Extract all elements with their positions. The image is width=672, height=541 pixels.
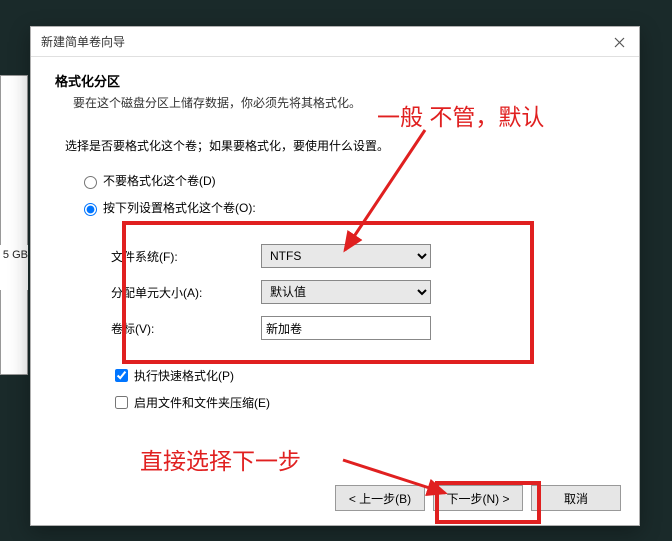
next-button[interactable]: 下一步(N) > <box>433 485 523 511</box>
dialog-footer: < 上一步(B) 下一步(N) > 取消 <box>335 485 621 511</box>
background-panel <box>0 75 28 375</box>
allocation-unit-label: 分配单元大小(A): <box>111 284 261 301</box>
dialog-header: 格式化分区 要在这个磁盘分区上储存数据，你必须先将其格式化。 <box>31 57 639 119</box>
volume-label-label: 卷标(V): <box>111 320 261 337</box>
field-allocation-unit: 分配单元大小(A): 默认值 <box>111 280 605 304</box>
check-quick-format-label: 执行快速格式化(P) <box>134 367 234 384</box>
annotation-note-2: 直接选择下一步 <box>140 442 301 476</box>
close-icon <box>614 37 625 48</box>
check-compression-label: 启用文件和文件夹压缩(E) <box>134 394 270 411</box>
cancel-button[interactable]: 取消 <box>531 485 621 511</box>
check-compression-input[interactable] <box>115 396 128 409</box>
titlebar: 新建简单卷向导 <box>31 27 639 57</box>
check-quick-format-input[interactable] <box>115 369 128 382</box>
radio-format-settings-label: 按下列设置格式化这个卷(O): <box>103 199 256 216</box>
dialog-content: 选择是否要格式化这个卷；如果要格式化，要使用什么设置。 不要格式化这个卷(D) … <box>31 119 639 412</box>
filesystem-label: 文件系统(F): <box>111 248 261 265</box>
dialog-title: 新建简单卷向导 <box>41 33 125 50</box>
filesystem-select[interactable]: NTFS <box>261 244 431 268</box>
wizard-dialog: 新建简单卷向导 格式化分区 要在这个磁盘分区上储存数据，你必须先将其格式化。 选… <box>30 26 640 526</box>
allocation-unit-select[interactable]: 默认值 <box>261 280 431 304</box>
check-compression[interactable]: 启用文件和文件夹压缩(E) <box>111 393 605 412</box>
check-quick-format[interactable]: 执行快速格式化(P) <box>111 366 605 385</box>
annotation-note-1: 一般 不管，默认 <box>377 98 544 132</box>
radio-no-format-input[interactable] <box>84 176 97 189</box>
radio-format-settings[interactable]: 按下列设置格式化这个卷(O): <box>79 199 605 216</box>
format-fields: 文件系统(F): NTFS 分配单元大小(A): 默认值 卷标(V): <box>65 226 605 358</box>
radio-no-format-label: 不要格式化这个卷(D) <box>103 172 216 189</box>
format-checks: 执行快速格式化(P) 启用文件和文件夹压缩(E) <box>65 366 605 412</box>
radio-no-format[interactable]: 不要格式化这个卷(D) <box>79 172 605 189</box>
dialog-heading: 格式化分区 <box>55 71 615 90</box>
close-button[interactable] <box>599 27 639 57</box>
volume-label-input[interactable] <box>261 316 431 340</box>
radio-format-settings-input[interactable] <box>84 203 97 216</box>
field-volume-label: 卷标(V): <box>111 316 605 340</box>
disk-size-label: 5 GB <box>0 245 28 290</box>
field-filesystem: 文件系统(F): NTFS <box>111 244 605 268</box>
back-button[interactable]: < 上一步(B) <box>335 485 425 511</box>
prompt-text: 选择是否要格式化这个卷；如果要格式化，要使用什么设置。 <box>65 137 605 154</box>
